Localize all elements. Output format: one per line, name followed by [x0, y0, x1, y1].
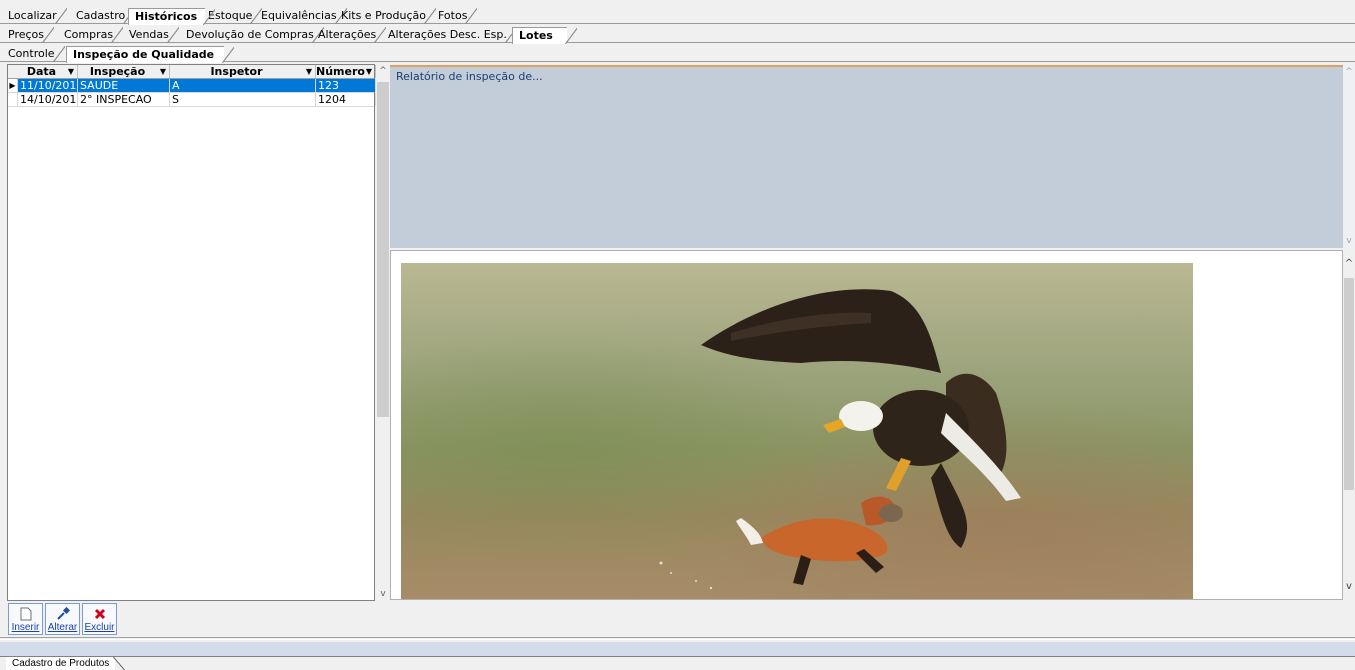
tab-devolucao-compras[interactable]: Devolução de Compras [180, 27, 324, 43]
main-tab-strip: Localizar Cadastro Históricos Estoque Eq… [0, 6, 1355, 25]
chevron-down-icon[interactable]: v [1343, 581, 1355, 592]
delete-button[interactable]: Excluir [82, 603, 117, 635]
tab-vendas[interactable]: Vendas [123, 27, 179, 43]
tab-cadastro-produtos[interactable]: Cadastro de Produtos [6, 657, 126, 670]
dropdown-arrow-icon[interactable]: ▼ [306, 65, 312, 78]
report-placeholder-text: Relatório de inspeção de... [396, 70, 543, 83]
window-tab-bar: Cadastro de Produtos [0, 656, 1355, 670]
cell-data[interactable]: 14/10/2019 [18, 93, 78, 106]
inspection-grid[interactable]: Data ▼ Inspeção ▼ Inspetor ▼ Número ▼ ▶ 11/1… [7, 64, 376, 601]
column-header-label: Inspetor [210, 65, 263, 78]
divider [0, 637, 1355, 640]
edit-label: Alterar [47, 622, 78, 633]
scrollbar-thumb[interactable] [377, 82, 389, 417]
inspection-image-viewer[interactable] [390, 250, 1343, 600]
column-header-inspecao[interactable]: Inspeção ▼ [78, 65, 170, 78]
dropdown-arrow-icon[interactable]: ▼ [366, 65, 372, 78]
chevron-up-icon[interactable]: ^ [376, 64, 390, 78]
tab-lotes[interactable]: Lotes [512, 27, 577, 44]
chevron-up-icon[interactable]: ^ [1343, 67, 1355, 77]
delete-label: Excluir [84, 622, 115, 633]
inspection-photo [401, 263, 1193, 599]
dropdown-arrow-icon[interactable]: ▼ [68, 65, 74, 78]
memo-vertical-scrollbar[interactable]: ^ v [1343, 65, 1355, 248]
tab-fotos[interactable]: Fotos [432, 8, 479, 24]
tab-equivalencias[interactable]: Equivalências [255, 8, 347, 24]
tab-cadastro[interactable]: Cadastro [70, 8, 136, 24]
column-header-label: Data [26, 65, 57, 78]
tab-localizar[interactable]: Localizar [2, 8, 67, 24]
grid-indicator-header [8, 65, 18, 78]
tab-inspecao-qualidade[interactable]: Inspeção de Qualidade [66, 46, 235, 63]
lotes-tab-strip: Controle Inspeção de Qualidade [0, 44, 1355, 63]
row-indicator-icon: ▶ [8, 79, 18, 92]
column-header-numero[interactable]: Número ▼ [316, 65, 376, 78]
dropdown-arrow-icon[interactable]: ▼ [160, 65, 166, 78]
column-header-inspetor[interactable]: Inspetor ▼ [170, 65, 316, 78]
row-indicator-empty [8, 93, 18, 106]
red-x-icon [83, 606, 116, 622]
insert-button[interactable]: Inserir [8, 603, 43, 635]
tab-alteracoes[interactable]: Alterações [312, 27, 387, 43]
column-header-label: Número [316, 65, 365, 78]
blank-document-icon [9, 606, 42, 622]
cell-inspetor[interactable]: S [170, 93, 316, 106]
grid-vertical-scrollbar[interactable]: ^ v [376, 64, 390, 601]
cell-inspecao[interactable]: 2° INSPECAO [78, 93, 170, 106]
column-header-data[interactable]: Data ▼ [18, 65, 78, 78]
inspection-report-memo[interactable]: Relatório de inspeção de... [390, 65, 1343, 248]
cell-numero[interactable]: 123 [316, 79, 376, 92]
tab-precos[interactable]: Preços [2, 27, 54, 43]
eyedropper-pen-icon [46, 606, 79, 622]
chevron-down-icon[interactable]: v [376, 587, 390, 601]
tab-historicos[interactable]: Históricos [128, 8, 216, 25]
column-header-label: Inspeção [89, 65, 146, 78]
grid-header: Data ▼ Inspeção ▼ Inspetor ▼ Número ▼ [8, 65, 376, 79]
chevron-up-icon[interactable]: ^ [1343, 258, 1355, 269]
historicos-tab-strip: Preços Compras Vendas Devolução de Compr… [0, 25, 1355, 44]
cell-inspetor[interactable]: A [170, 79, 316, 92]
cell-inspecao[interactable]: SAUDE [78, 79, 170, 92]
scrollbar-thumb[interactable] [1344, 278, 1354, 490]
tab-alteracoes-desc-esp[interactable]: Alterações Desc. Esp. [382, 27, 517, 43]
record-toolbar: Inserir Alterar Excluir [8, 603, 117, 635]
cell-data[interactable]: 11/10/2019 [18, 79, 78, 92]
tab-compras[interactable]: Compras [58, 27, 124, 43]
table-row[interactable]: ▶ 11/10/2019 SAUDE A 123 [8, 79, 376, 93]
chevron-down-icon[interactable]: v [1343, 236, 1355, 246]
tab-controle[interactable]: Controle [2, 46, 64, 62]
cell-numero[interactable]: 1204 [316, 93, 376, 106]
viewer-vertical-scrollbar[interactable]: ^ v [1343, 250, 1355, 600]
insert-label: Inserir [11, 622, 40, 633]
tab-kits-producao[interactable]: Kits e Produção [335, 8, 436, 24]
status-strip [0, 642, 1355, 656]
table-row[interactable]: 14/10/2019 2° INSPECAO S 1204 [8, 93, 376, 107]
edit-button[interactable]: Alterar [45, 603, 80, 635]
